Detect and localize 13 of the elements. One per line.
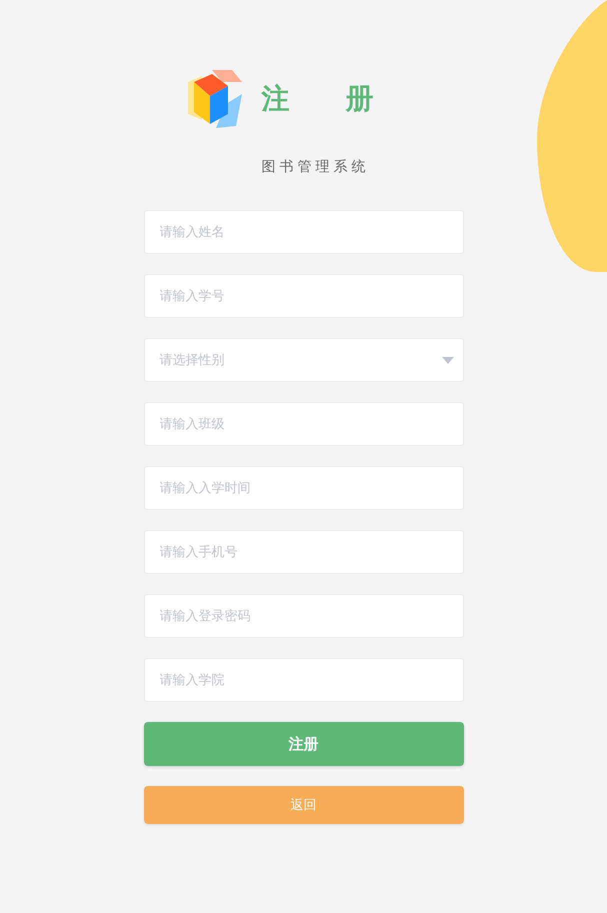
register-button[interactable]: 注册 [144, 722, 464, 766]
page-title: 注 册 [262, 81, 374, 117]
input-field[interactable]: 请输入入学时间 [144, 466, 464, 510]
app-subtitle: 图书管理系统 [260, 158, 370, 176]
input-field[interactable]: 请输入学号 [144, 274, 464, 318]
input-field[interactable]: 请输入学院 [144, 658, 464, 702]
input-field[interactable]: 请输入手机号 [144, 530, 464, 574]
select-field[interactable]: 请选择性别 [144, 338, 464, 382]
input-field[interactable]: 请输入班级 [144, 402, 464, 446]
back-button[interactable]: 返回 [144, 786, 464, 824]
input-field[interactable]: 请输入登录密码 [144, 594, 464, 638]
caret-icon [442, 356, 454, 364]
input-field[interactable]: 请输入姓名 [144, 210, 464, 254]
